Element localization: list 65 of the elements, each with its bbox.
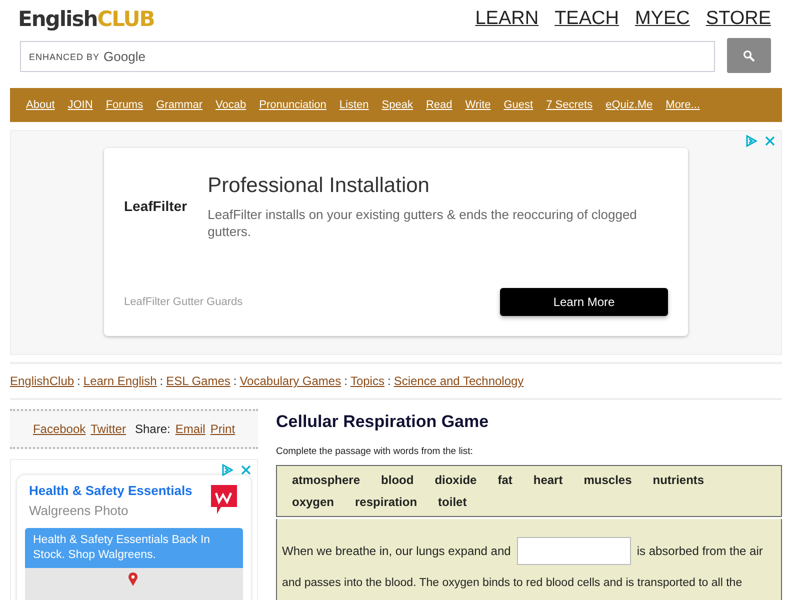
nav-link[interactable]: About [26, 99, 55, 111]
nav-link[interactable]: 7 Secrets [546, 99, 593, 111]
nav-link[interactable]: Pronunciation [259, 99, 326, 111]
breadcrumb-link[interactable]: EnglishClub [10, 374, 74, 388]
ad-title[interactable]: Professional Installation [208, 174, 668, 198]
top-link[interactable]: LEARN [475, 8, 539, 30]
ad-text: LeafFilter installs on your existing gutters & ends the reoccuring of clogged gutters. [208, 206, 638, 240]
map-pin-icon [128, 572, 138, 586]
top-link[interactable]: MYEC [634, 8, 690, 30]
game-title: Cellular Respiration Game [276, 412, 490, 432]
share-link[interactable]: Email [175, 422, 206, 436]
answer-field[interactable] [516, 537, 631, 565]
word-bank-word: oxygen [292, 494, 334, 510]
top-link[interactable]: STORE [706, 8, 771, 30]
nav-link[interactable]: Vocab [216, 99, 246, 111]
nav-link[interactable]: Grammar [156, 99, 203, 111]
word-bank-word: toilet [438, 494, 467, 510]
word-bank-word: respiration [355, 494, 418, 510]
word-bank-word: nutrients [652, 472, 704, 488]
breadcrumb-separator: : [77, 374, 80, 388]
word-bank-word: blood [381, 472, 414, 488]
breadcrumb-link[interactable]: Science and Technology [394, 374, 524, 388]
advertiser-name: LeafFilter Gutter Guards [124, 296, 243, 308]
nav-link[interactable]: eQuiz.Me [606, 99, 653, 111]
passage-text: When we breathe in, our lungs expand and [282, 543, 511, 559]
nav-link[interactable]: Guest [504, 99, 534, 111]
search-button[interactable] [727, 38, 771, 73]
word-bank-word: heart [533, 472, 563, 488]
leaffilter-logo: LeafFilter [124, 198, 188, 216]
word-bank-word: atmosphere [292, 472, 360, 488]
side-ad-card[interactable]: Health & Safety Essentials Walgreens Photo Health & Safety Essentials Back In Stock. Shop Walgreens. [17, 475, 251, 600]
nav-link[interactable]: Listen [339, 99, 369, 111]
nav-link[interactable]: Read [426, 99, 452, 111]
logo[interactable]: EnglishCLUB [18, 7, 154, 31]
search-field[interactable]: ENHANCED BY Google [20, 41, 715, 72]
side-ad-advertiser: Walgreens Photo [29, 503, 130, 518]
nav-link[interactable]: Write [465, 99, 491, 111]
breadcrumb-link[interactable]: ESL Games [166, 374, 230, 388]
search-icon [743, 50, 755, 62]
social-link[interactable]: Twitter [90, 422, 126, 436]
word-bank-word: dioxide [434, 472, 477, 488]
nav-link[interactable]: JOIN [68, 99, 93, 111]
nav-link[interactable]: Forums [106, 99, 144, 111]
nav-link[interactable]: Speak [382, 99, 413, 111]
word-bank-word: fat [498, 472, 512, 488]
breadcrumb-separator: : [387, 374, 391, 388]
social-link[interactable]: Facebook [32, 422, 86, 436]
share-label: Share: [134, 422, 170, 436]
walgreens-logo [209, 483, 239, 515]
top-link[interactable]: TEACH [554, 8, 619, 30]
share-link[interactable]: Print [210, 422, 236, 436]
learn-more-button[interactable]: Learn More [500, 288, 668, 316]
breadcrumb-link[interactable]: Vocabulary Games [240, 374, 342, 388]
passage-text: is absorbed from the air [636, 543, 763, 559]
nav-link[interactable]: More... [666, 99, 700, 111]
side-ad-title[interactable]: Health & Safety Essentials [29, 483, 192, 498]
breadcrumb-link[interactable]: Topics [350, 374, 384, 388]
ad-card[interactable]: LeafFilter Professional Installation LeafFilter installs on your existing gutters & ends the reoccuring of clogged gutters. LeafFilter Gutter Guards Learn More [104, 148, 688, 336]
breadcrumb-separator: : [160, 374, 164, 388]
breadcrumb-separator: : [344, 374, 348, 388]
breadcrumb-separator: : [233, 374, 237, 388]
passage-text: and passes into the blood. The oxygen binds to red blood cells and is transported to all the [282, 576, 744, 591]
word-bank-word: muscles [584, 472, 632, 488]
breadcrumb-link[interactable]: Learn English [83, 374, 157, 388]
instruction-text: Complete the passage with words from the list: [276, 446, 474, 457]
